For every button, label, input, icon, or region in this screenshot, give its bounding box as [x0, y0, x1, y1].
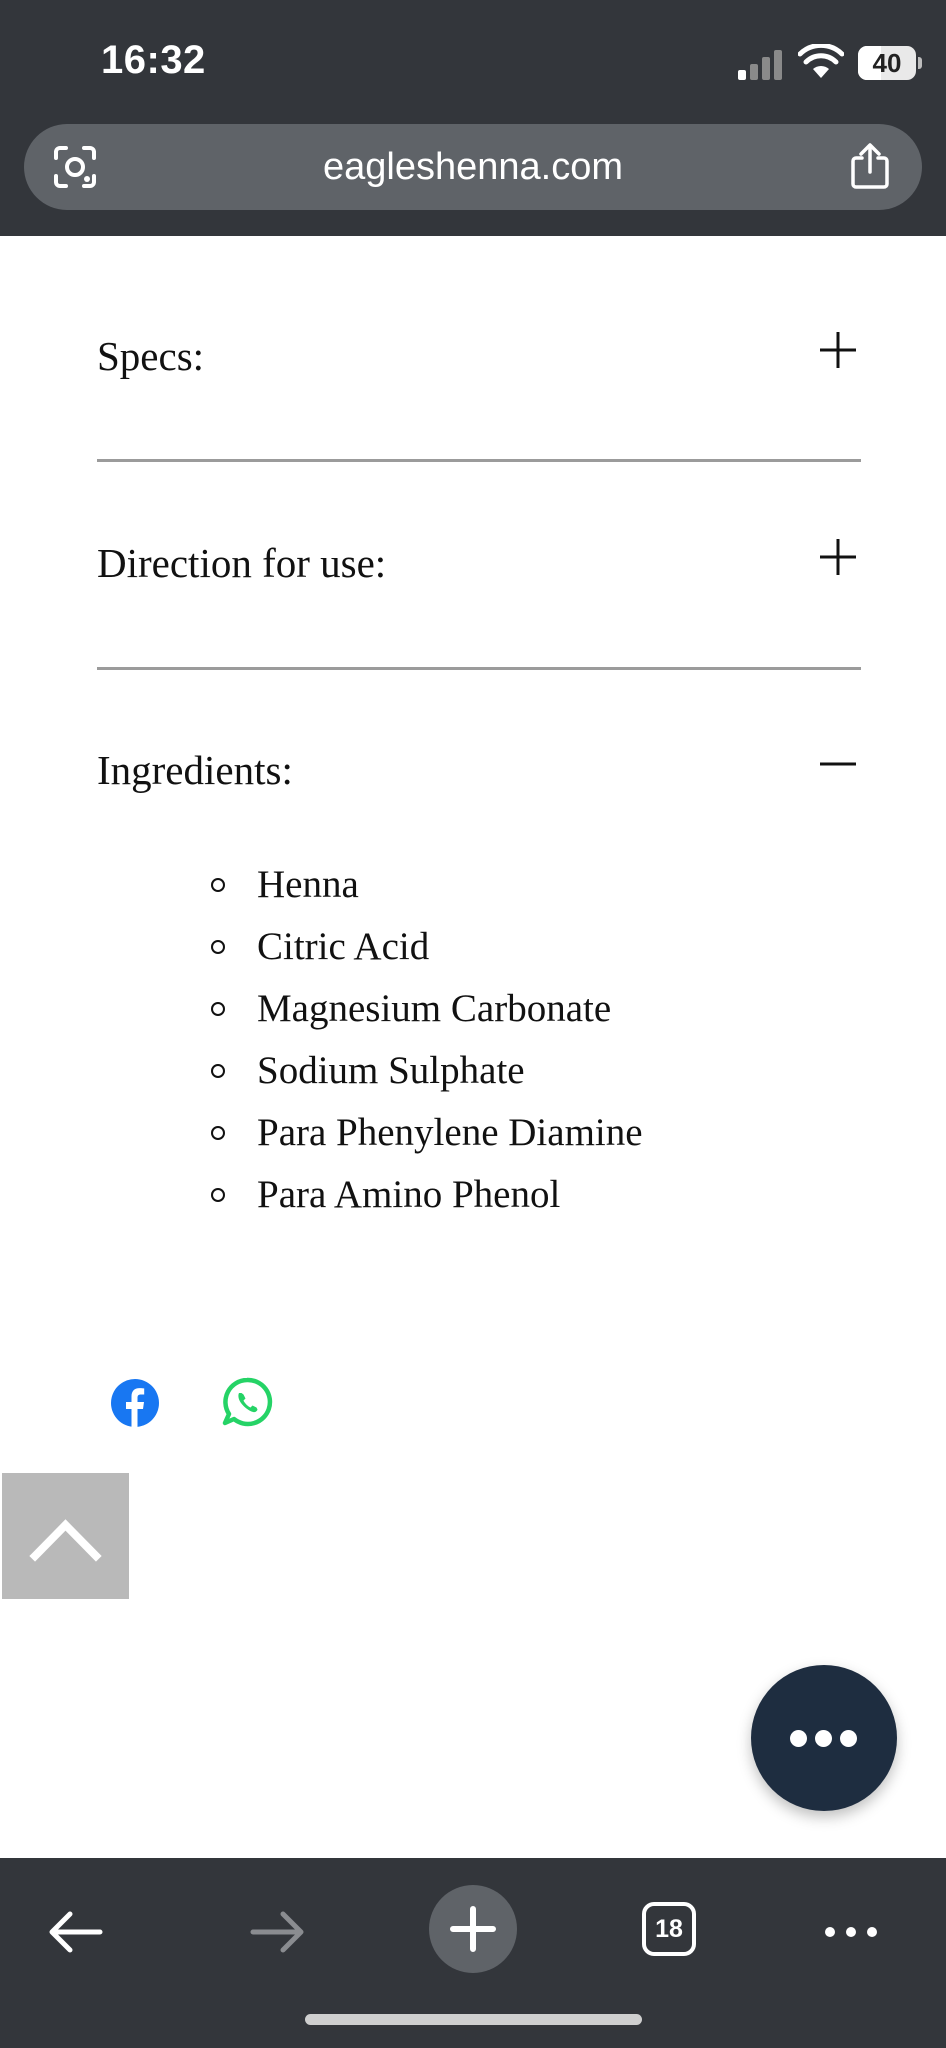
tab-switcher-icon[interactable]: 18 [642, 1902, 696, 1956]
ingredient-label: Sodium Sulphate [257, 1049, 525, 1092]
back-arrow-icon[interactable] [32, 1878, 122, 1968]
ingredient-label: Para Amino Phenol [257, 1173, 561, 1216]
chat-menu-button[interactable] [751, 1665, 897, 1811]
share-icon[interactable] [848, 142, 892, 190]
battery-level: 40 [872, 48, 902, 78]
list-item: Sodium Sulphate [210, 1044, 643, 1106]
bullet-icon [211, 1002, 225, 1016]
browser-bottom-toolbar: 18 [0, 1858, 946, 2048]
whatsapp-icon[interactable] [220, 1376, 274, 1430]
ingredients-list: Henna Citric Acid Magnesium Carbonate So… [210, 858, 643, 1230]
ingredients-heading[interactable]: Ingredients: [97, 746, 293, 794]
ingredient-label: Citric Acid [257, 925, 430, 968]
specs-heading[interactable]: Specs: [97, 332, 204, 380]
section-divider [97, 667, 861, 670]
direction-heading[interactable]: Direction for use: [97, 539, 386, 587]
facebook-icon[interactable] [110, 1378, 160, 1428]
bullet-icon [211, 1188, 225, 1202]
plus-icon [450, 1906, 496, 1952]
bullet-icon [211, 1064, 225, 1078]
browser-top-bar: 16:32 40 eagleshenna.com [0, 0, 946, 236]
home-indicator [305, 2014, 642, 2025]
ingredient-label: Para Phenylene Diamine [257, 1111, 643, 1154]
bullet-icon [211, 1126, 225, 1140]
status-time: 16:32 [101, 38, 206, 82]
chevron-up-icon [29, 1519, 102, 1562]
collapse-minus-icon[interactable] [812, 738, 864, 790]
url-text[interactable]: eagleshenna.com [24, 124, 922, 210]
expand-plus-icon[interactable] [812, 324, 864, 376]
list-item: Magnesium Carbonate [210, 982, 643, 1044]
address-bar[interactable]: eagleshenna.com [24, 124, 922, 210]
forward-arrow-icon[interactable] [231, 1878, 321, 1968]
list-item: Henna [210, 858, 643, 920]
more-icon[interactable] [806, 1878, 896, 1968]
list-item: Para Amino Phenol [210, 1168, 643, 1230]
list-item: Para Phenylene Diamine [210, 1106, 643, 1168]
scroll-to-top-button[interactable] [2, 1473, 129, 1599]
section-divider [97, 459, 861, 462]
ingredient-label: Magnesium Carbonate [257, 987, 612, 1030]
more-dots-icon [790, 1730, 807, 1747]
cellular-signal-icon [738, 48, 782, 80]
battery-icon: 40 [858, 46, 922, 80]
ingredient-label: Henna [257, 863, 359, 906]
new-tab-button[interactable] [429, 1885, 517, 1973]
wifi-icon [798, 44, 844, 78]
bullet-icon [211, 940, 225, 954]
bullet-icon [211, 878, 225, 892]
list-item: Citric Acid [210, 920, 643, 982]
status-icons: 40 [686, 40, 946, 88]
expand-plus-icon[interactable] [812, 531, 864, 583]
